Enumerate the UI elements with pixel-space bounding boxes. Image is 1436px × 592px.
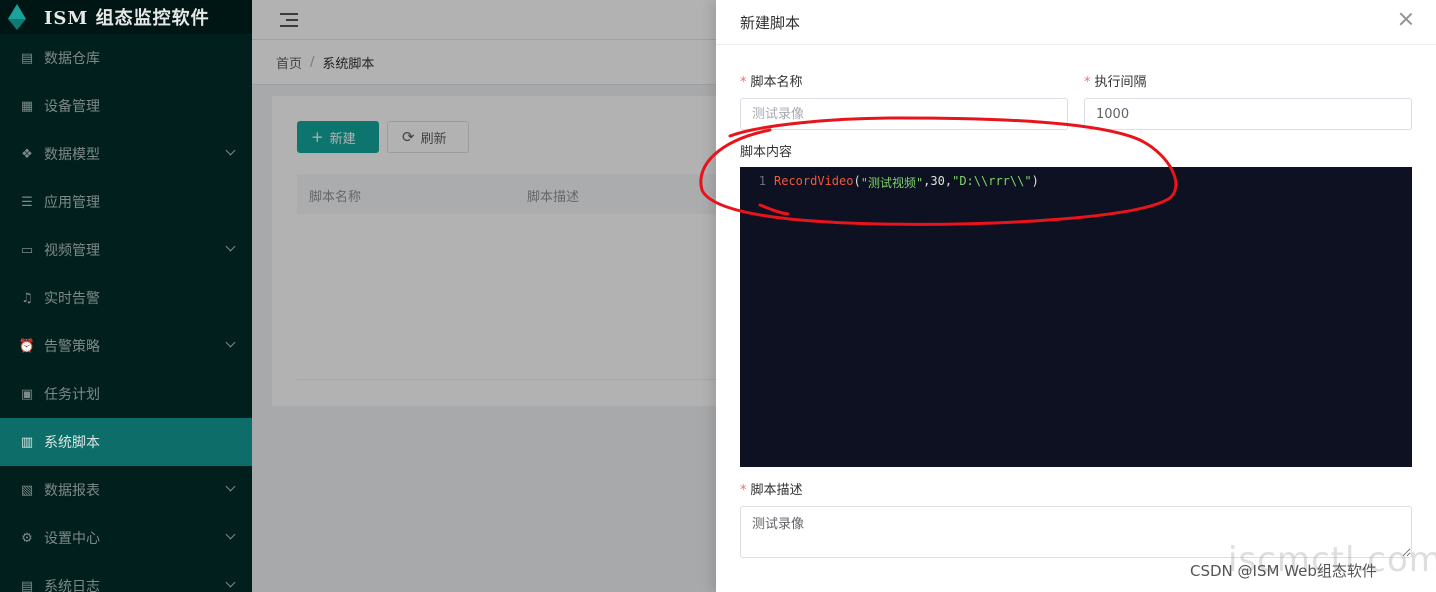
interval-label-text: 执行间隔	[1094, 75, 1147, 90]
chevron-down-icon	[225, 577, 236, 588]
sidebar-item-settings[interactable]: ⚙ 设置中心	[0, 514, 252, 562]
code-paren-close: )	[1031, 174, 1039, 188]
required-mark: *	[740, 483, 747, 498]
script-icon: ▥	[20, 434, 34, 450]
chevron-down-icon	[225, 145, 236, 156]
chevron-down-icon	[225, 529, 236, 540]
sidebar-item-realtime-alarm[interactable]: ♫ 实时告警	[0, 274, 252, 322]
sidebar: ISM 组态监控软件 ▤ 数据仓库 ▦ 设备管理 ❖ 数据模型 ☰ 应用管理 ▭…	[0, 0, 252, 592]
sidebar-item-label: 数据模型	[44, 147, 100, 163]
script-name-label-text: 脚本名称	[750, 75, 803, 90]
script-name-label: * 脚本名称	[740, 71, 803, 90]
sidebar-item-video-management[interactable]: ▭ 视频管理	[0, 226, 252, 274]
code-line: 1 RecordVideo("测试视频", 30, "D:\\rrr\\")	[740, 174, 1039, 191]
app-title: ISM 组态监控软件	[44, 8, 210, 29]
line-number: 1	[758, 174, 766, 188]
code-arg-2: 30	[930, 174, 945, 188]
new-script-drawer: 新建脚本 *脚本名称 *执行间隔 脚本内容 1 RecordVideo("测试视…	[716, 0, 1436, 592]
code-function: RecordVideo	[774, 174, 854, 188]
code-editor[interactable]: 1 RecordVideo("测试视频", 30, "D:\\rrr\\")	[740, 167, 1412, 467]
sidebar-item-label: 实时告警	[44, 291, 100, 307]
sidebar-item-data-model[interactable]: ❖ 数据模型	[0, 130, 252, 178]
log-icon: ▤	[20, 578, 34, 592]
description-label: * 脚本描述	[740, 479, 803, 498]
chevron-down-icon	[225, 337, 236, 348]
logo-icon	[8, 4, 26, 30]
dropbox-icon: ❖	[21, 146, 33, 162]
code-arg-3: "D:\\rrr\\"	[952, 174, 1032, 188]
watermark-text: CSDN @ISM Web组态软件	[1190, 562, 1377, 580]
code-paren-open: (	[853, 174, 861, 188]
database-icon: ▤	[20, 50, 34, 66]
sidebar-item-data-warehouse[interactable]: ▤ 数据仓库	[0, 34, 252, 82]
sidebar-item-label: 设备管理	[44, 99, 100, 115]
sidebar-item-label: 设置中心	[44, 531, 100, 547]
sidebar-item-label: 应用管理	[44, 195, 100, 211]
sidebar-item-label: 数据报表	[44, 483, 100, 499]
sidebar-item-data-report[interactable]: ▧ 数据报表	[0, 466, 252, 514]
sidebar-item-system-script[interactable]: ▥ 系统脚本	[0, 418, 252, 466]
bell-icon: ♫	[21, 290, 33, 306]
device-icon: ▦	[20, 98, 34, 114]
chevron-down-icon	[225, 481, 236, 492]
required-mark: *	[740, 75, 747, 90]
code-arg-1: "测试视频"	[860, 176, 924, 190]
sidebar-item-label: 任务计划	[44, 387, 100, 403]
drawer-title: 新建脚本	[740, 13, 801, 32]
calendar-icon: ▣	[20, 386, 34, 402]
sidebar-item-system-log[interactable]: ▤ 系统日志	[0, 562, 252, 592]
sidebar-item-label: 告警策略	[44, 339, 100, 355]
sidebar-item-task-plan[interactable]: ▣ 任务计划	[0, 370, 252, 418]
script-name-input[interactable]	[740, 98, 1068, 130]
close-icon[interactable]	[1398, 11, 1414, 27]
code-comma-2: ,	[944, 174, 953, 188]
alarm-icon: ⏰	[18, 338, 36, 354]
sidebar-item-device-management[interactable]: ▦ 设备管理	[0, 82, 252, 130]
description-label-text: 脚本描述	[750, 483, 803, 498]
video-icon: ▭	[20, 242, 34, 258]
drawer-header: 新建脚本	[716, 0, 1436, 45]
logo[interactable]: ISM 组态监控软件	[0, 0, 252, 34]
sidebar-menu: ▤ 数据仓库 ▦ 设备管理 ❖ 数据模型 ☰ 应用管理 ▭ 视频管理 ♫ 实时告…	[0, 34, 252, 592]
gear-icon: ⚙	[21, 530, 33, 546]
code-comma-1: ,	[923, 174, 931, 188]
sidebar-item-alarm-policy[interactable]: ⏰ 告警策略	[0, 322, 252, 370]
list-icon: ☰	[21, 194, 33, 210]
sidebar-item-label: 视频管理	[44, 243, 100, 259]
interval-input[interactable]	[1084, 98, 1412, 130]
script-content-label: 脚本内容	[740, 145, 793, 160]
sidebar-item-label: 数据仓库	[44, 51, 100, 67]
interval-label: * 执行间隔	[1084, 71, 1147, 90]
sidebar-item-label: 系统脚本	[44, 435, 100, 451]
chevron-down-icon	[225, 241, 236, 252]
required-mark: *	[1084, 75, 1091, 90]
sidebar-item-label: 系统日志	[44, 579, 100, 592]
sidebar-item-app-management[interactable]: ☰ 应用管理	[0, 178, 252, 226]
report-icon: ▧	[20, 482, 34, 498]
